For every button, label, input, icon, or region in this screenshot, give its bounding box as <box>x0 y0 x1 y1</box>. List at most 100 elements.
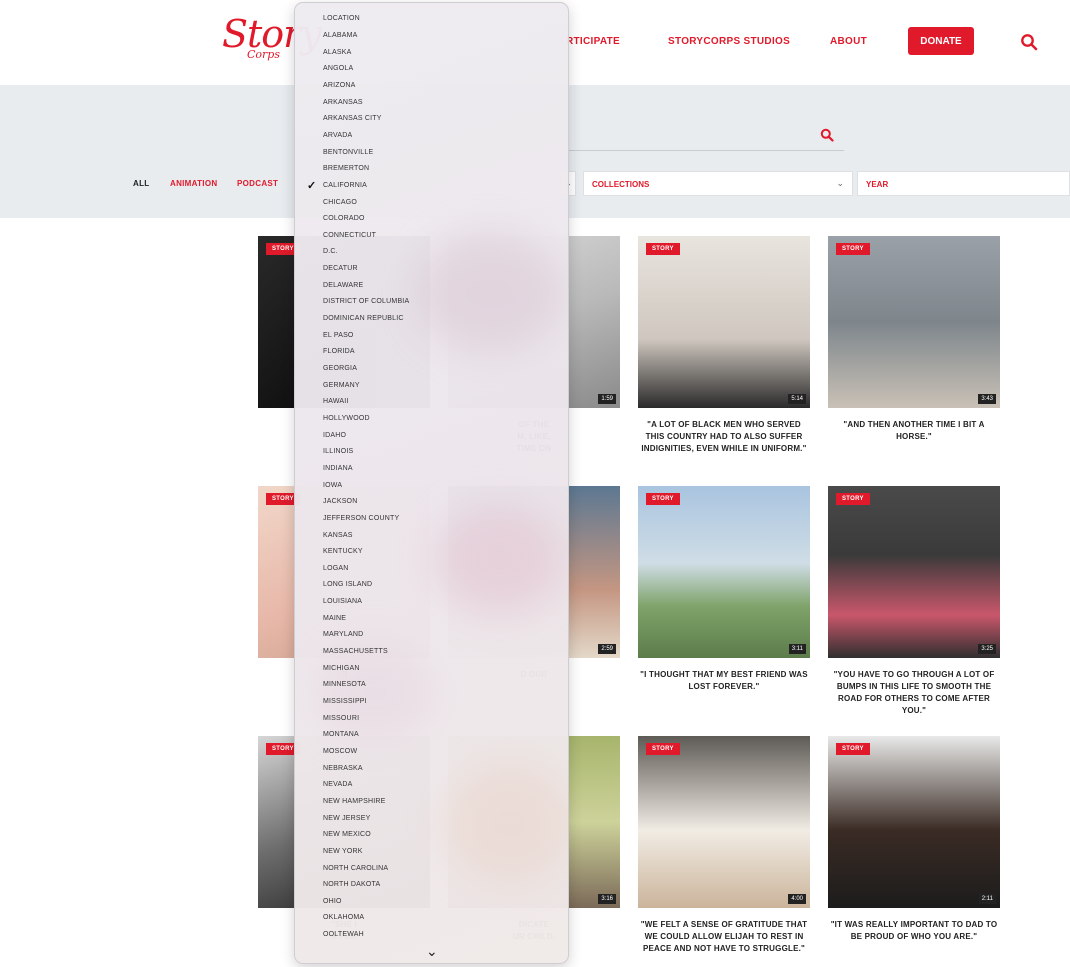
search-input[interactable] <box>560 150 844 151</box>
dropdown-option[interactable]: OKLAHOMA <box>323 914 364 921</box>
duration-label: 3:11 <box>788 644 806 654</box>
dropdown-option[interactable]: NEW MEXICO <box>323 831 371 838</box>
dropdown-option[interactable]: NEBRASKA <box>323 765 363 772</box>
dropdown-option[interactable]: CHICAGO <box>323 199 357 206</box>
dropdown-option[interactable]: JACKSON <box>323 498 357 505</box>
dropdown-option[interactable]: KENTUCKY <box>323 548 363 555</box>
dropdown-option[interactable]: CALIFORNIA <box>323 182 367 189</box>
duration-label: 3:43 <box>978 394 996 404</box>
dropdown-option[interactable]: D.C. <box>323 248 338 255</box>
dropdown-option[interactable]: ARKANSAS CITY <box>323 115 382 122</box>
dropdown-option[interactable]: IOWA <box>323 482 342 489</box>
dropdown-header[interactable]: LOCATION <box>323 15 360 22</box>
nav-about[interactable]: ABOUT <box>830 36 867 47</box>
story-caption[interactable]: "IT WAS REALLY IMPORTANT TO DAD TO BE PR… <box>828 919 1000 943</box>
year-select[interactable]: YEAR <box>857 171 1070 196</box>
story-caption[interactable]: "A LOT OF BLACK MEN WHO SERVED THIS COUN… <box>638 419 810 455</box>
dropdown-option[interactable]: CONNECTICUT <box>323 232 376 239</box>
dropdown-option[interactable]: NORTH DAKOTA <box>323 881 380 888</box>
dropdown-option[interactable]: JEFFERSON COUNTY <box>323 515 399 522</box>
filter-animation[interactable]: ANIMATION <box>170 179 217 188</box>
story-caption[interactable]: "YOU HAVE TO GO THROUGH A LOT OF BUMPS I… <box>828 669 1000 717</box>
dropdown-option[interactable]: ARKANSAS <box>323 99 363 106</box>
dropdown-option[interactable]: MARYLAND <box>323 631 363 638</box>
donate-button[interactable]: DONATE <box>908 27 974 55</box>
story-badge: STORY <box>836 243 870 255</box>
duration-label: 3:16 <box>598 894 616 904</box>
dropdown-option[interactable]: ALASKA <box>323 49 351 56</box>
story-thumbnail[interactable]: STORY 2:11 <box>828 736 1000 908</box>
story-thumbnail[interactable]: STORY 5:14 <box>638 236 810 408</box>
search-submit-icon[interactable] <box>820 128 834 142</box>
dropdown-option[interactable]: ARIZONA <box>323 82 356 89</box>
dropdown-option[interactable]: MOSCOW <box>323 748 357 755</box>
dropdown-option[interactable]: FLORIDA <box>323 348 355 355</box>
chevron-down-icon[interactable]: ⌄ <box>426 943 438 960</box>
story-badge: STORY <box>646 493 680 505</box>
dropdown-option[interactable]: OOLTEWAH <box>323 931 364 938</box>
dropdown-option[interactable]: DELAWARE <box>323 282 363 289</box>
dropdown-option[interactable]: ARVADA <box>323 132 352 139</box>
dropdown-option[interactable]: ILLINOIS <box>323 448 353 455</box>
story-caption[interactable]: "AND THEN ANOTHER TIME I BIT A HORSE." <box>828 419 1000 443</box>
dropdown-option[interactable]: MISSISSIPPI <box>323 698 367 705</box>
dropdown-option[interactable]: MICHIGAN <box>323 665 360 672</box>
story-badge: STORY <box>836 493 870 505</box>
dropdown-option[interactable]: GERMANY <box>323 382 360 389</box>
dropdown-option[interactable]: IDAHO <box>323 432 346 439</box>
duration-label: 4:00 <box>788 894 806 904</box>
dropdown-option[interactable]: HAWAII <box>323 398 349 405</box>
collections-label: COLLECTIONS <box>592 180 650 189</box>
dropdown-option[interactable]: NEVADA <box>323 781 352 788</box>
dropdown-option[interactable]: MISSOURI <box>323 715 359 722</box>
dropdown-option[interactable]: MINNESOTA <box>323 681 366 688</box>
story-badge: STORY <box>646 243 680 255</box>
dropdown-option[interactable]: BREMERTON <box>323 165 369 172</box>
dropdown-option[interactable]: ALABAMA <box>323 32 357 39</box>
story-thumbnail[interactable]: STORY 3:11 <box>638 486 810 658</box>
dropdown-option[interactable]: NEW HAMPSHIRE <box>323 798 386 805</box>
dropdown-option[interactable]: MASSACHUSETTS <box>323 648 388 655</box>
dropdown-option[interactable]: LOGAN <box>323 565 349 572</box>
filter-all[interactable]: ALL <box>133 179 149 188</box>
search-icon[interactable] <box>1020 33 1038 51</box>
dropdown-option[interactable]: COLORADO <box>323 215 365 222</box>
checkmark-icon: ✓ <box>307 179 317 192</box>
dropdown-option[interactable]: LONG ISLAND <box>323 581 372 588</box>
dropdown-option[interactable]: GEORGIA <box>323 365 357 372</box>
story-thumbnail[interactable]: STORY 3:25 <box>828 486 1000 658</box>
story-caption[interactable]: "I THOUGHT THAT MY BEST FRIEND WAS LOST … <box>638 669 810 693</box>
dropdown-option[interactable]: KANSAS <box>323 532 353 539</box>
location-dropdown[interactable]: LOCATION ⌄ ALABAMA ALASKA ANGOLA ARIZONA ARK… <box>294 2 569 964</box>
dropdown-option[interactable]: HOLLYWOOD <box>323 415 370 422</box>
dropdown-option[interactable]: NORTH CAROLINA <box>323 865 388 872</box>
year-label: YEAR <box>866 180 889 189</box>
nav-participate[interactable]: RTICIPATE <box>566 36 620 47</box>
story-badge: STORY <box>646 743 680 755</box>
dropdown-option[interactable]: MAINE <box>323 615 346 622</box>
dropdown-option[interactable]: LOUISIANA <box>323 598 362 605</box>
page: Story Corps RTICIPATE STORYCORPS STUDIOS… <box>0 0 1070 967</box>
story-badge: STORY <box>836 743 870 755</box>
nav-storycorps-studios[interactable]: STORYCORPS STUDIOS <box>668 36 790 47</box>
dropdown-option[interactable]: DOMINICAN REPUBLIC <box>323 315 404 322</box>
duration-label: 2:59 <box>598 644 616 654</box>
story-thumbnail[interactable]: STORY 3:43 <box>828 236 1000 408</box>
dropdown-option[interactable]: DISTRICT OF COLUMBIA <box>323 298 409 305</box>
dropdown-option[interactable]: NEW JERSEY <box>323 815 371 822</box>
dropdown-option[interactable]: NEW YORK <box>323 848 363 855</box>
dropdown-option[interactable]: OHIO <box>323 898 342 905</box>
dropdown-option[interactable]: MONTANA <box>323 731 359 738</box>
dropdown-option[interactable]: ANGOLA <box>323 65 353 72</box>
dropdown-option[interactable]: BENTONVILLE <box>323 149 373 156</box>
storycorps-logo-sub: Corps <box>247 48 280 61</box>
filter-podcast[interactable]: PODCAST <box>237 179 278 188</box>
collections-select[interactable]: COLLECTIONS ⌄ <box>583 171 853 196</box>
dropdown-option[interactable]: INDIANA <box>323 465 353 472</box>
duration-label: 5:14 <box>788 394 806 404</box>
story-thumbnail[interactable]: STORY 4:00 <box>638 736 810 908</box>
dropdown-option[interactable]: DECATUR <box>323 265 358 272</box>
duration-label: 3:25 <box>978 644 996 654</box>
dropdown-option[interactable]: EL PASO <box>323 332 354 339</box>
story-caption[interactable]: "WE FELT A SENSE OF GRATITUDE THAT WE CO… <box>638 919 810 955</box>
